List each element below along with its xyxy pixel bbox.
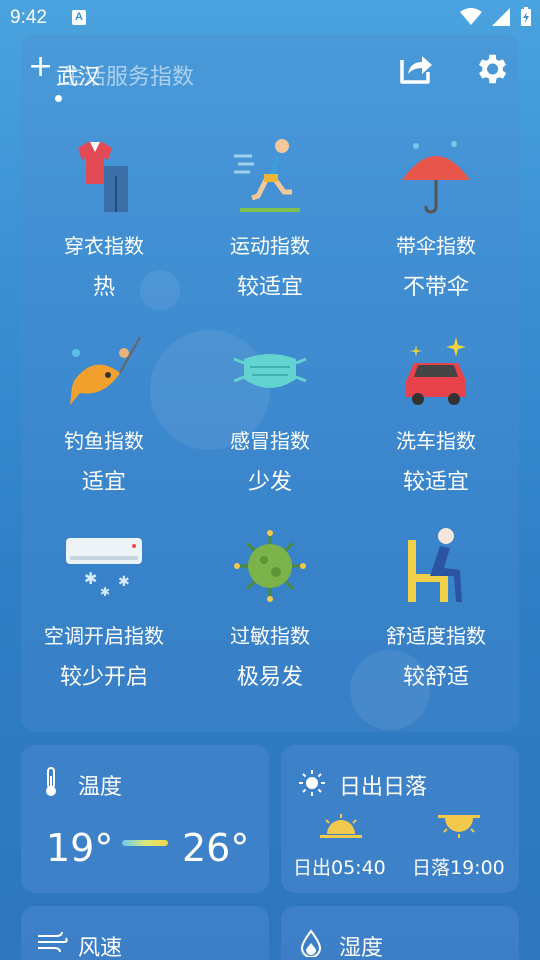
index-label: 过敏指数 — [230, 624, 310, 648]
index-value: 适宜 — [81, 470, 126, 495]
index-value: 较适宜 — [236, 275, 303, 300]
wifi-icon — [460, 8, 482, 25]
index-item-sport[interactable]: 运动指数 较适宜 — [187, 136, 353, 301]
wind-icon — [38, 931, 68, 953]
sunrise-icon — [320, 814, 362, 838]
status-time: 9:42 — [10, 7, 47, 28]
index-label: 穿衣指数 — [64, 234, 144, 258]
wind-title: 风速 — [78, 936, 123, 960]
mask-icon — [233, 354, 307, 388]
virus-icon — [234, 530, 306, 602]
index-item-comfort[interactable]: 舒适度指数 较舒适 — [353, 526, 519, 691]
add-city-button[interactable]: + — [28, 52, 53, 82]
index-label: 洗车指数 — [396, 429, 476, 453]
fishing-icon — [70, 336, 141, 405]
index-item-allergy[interactable]: 过敏指数 极易发 — [187, 526, 353, 691]
notification-a-icon: A — [72, 10, 86, 25]
sun-icon — [299, 770, 325, 796]
index-label: 空调开启指数 — [44, 624, 164, 648]
sun-title: 日出日落 — [339, 775, 428, 800]
water-drop-icon — [300, 929, 322, 957]
thermometer-icon — [46, 767, 56, 796]
index-value: 不带伞 — [402, 275, 469, 300]
index-value: 较少开启 — [59, 665, 148, 690]
umbrella-icon — [402, 141, 470, 214]
index-value: 热 — [92, 275, 115, 300]
share-icon[interactable] — [398, 50, 434, 86]
index-label: 运动指数 — [230, 234, 310, 258]
temperature-title: 温度 — [78, 775, 123, 800]
svg-text:✱: ✱ — [100, 585, 110, 599]
index-label: 舒适度指数 — [386, 624, 486, 648]
svg-text:✱: ✱ — [84, 569, 97, 588]
index-value: 较舒适 — [402, 665, 469, 690]
index-value: 较适宜 — [402, 470, 469, 495]
sunset-icon — [438, 815, 480, 838]
index-value: 极易发 — [236, 665, 303, 690]
index-label: 感冒指数 — [230, 429, 310, 453]
settings-gear-icon[interactable] — [472, 50, 510, 88]
svg-text:✱: ✱ — [118, 574, 130, 590]
sunset-time: 日落19:00 — [412, 857, 505, 879]
index-item-carwash[interactable]: 洗车指数 较适宜 — [353, 331, 519, 496]
car-wash-icon — [406, 337, 466, 405]
sunrise-time: 日出05:40 — [293, 857, 386, 879]
index-item-umbrella[interactable]: 带伞指数 不带伞 — [353, 136, 519, 301]
air-conditioner-icon: ✱ ✱ ✱ — [66, 538, 142, 599]
index-label: 钓鱼指数 — [64, 429, 144, 453]
index-item-aircon[interactable]: ✱ ✱ ✱ 空调开启指数 较少开启 — [21, 526, 187, 691]
status-bar: 9:42 A — [0, 0, 540, 36]
index-item-fishing[interactable]: 钓鱼指数 适宜 — [21, 331, 187, 496]
city-name[interactable]: 武汉 — [56, 59, 100, 91]
temperature-high: 26° — [182, 826, 250, 870]
index-value: 少发 — [247, 470, 292, 495]
battery-icon — [521, 7, 531, 26]
index-item-cold[interactable]: 感冒指数 少发 — [187, 331, 353, 496]
clothing-icon — [78, 142, 128, 212]
comfort-chair-icon — [408, 528, 462, 602]
signal-icon — [492, 8, 510, 26]
running-icon — [234, 139, 300, 212]
index-item-clothing[interactable]: 穿衣指数 热 — [21, 136, 187, 301]
page-indicator-dot — [55, 95, 62, 102]
temperature-low: 19° — [46, 826, 114, 870]
index-label: 带伞指数 — [396, 234, 476, 258]
temperature-range-bar — [122, 840, 168, 846]
humidity-title: 湿度 — [339, 936, 384, 960]
